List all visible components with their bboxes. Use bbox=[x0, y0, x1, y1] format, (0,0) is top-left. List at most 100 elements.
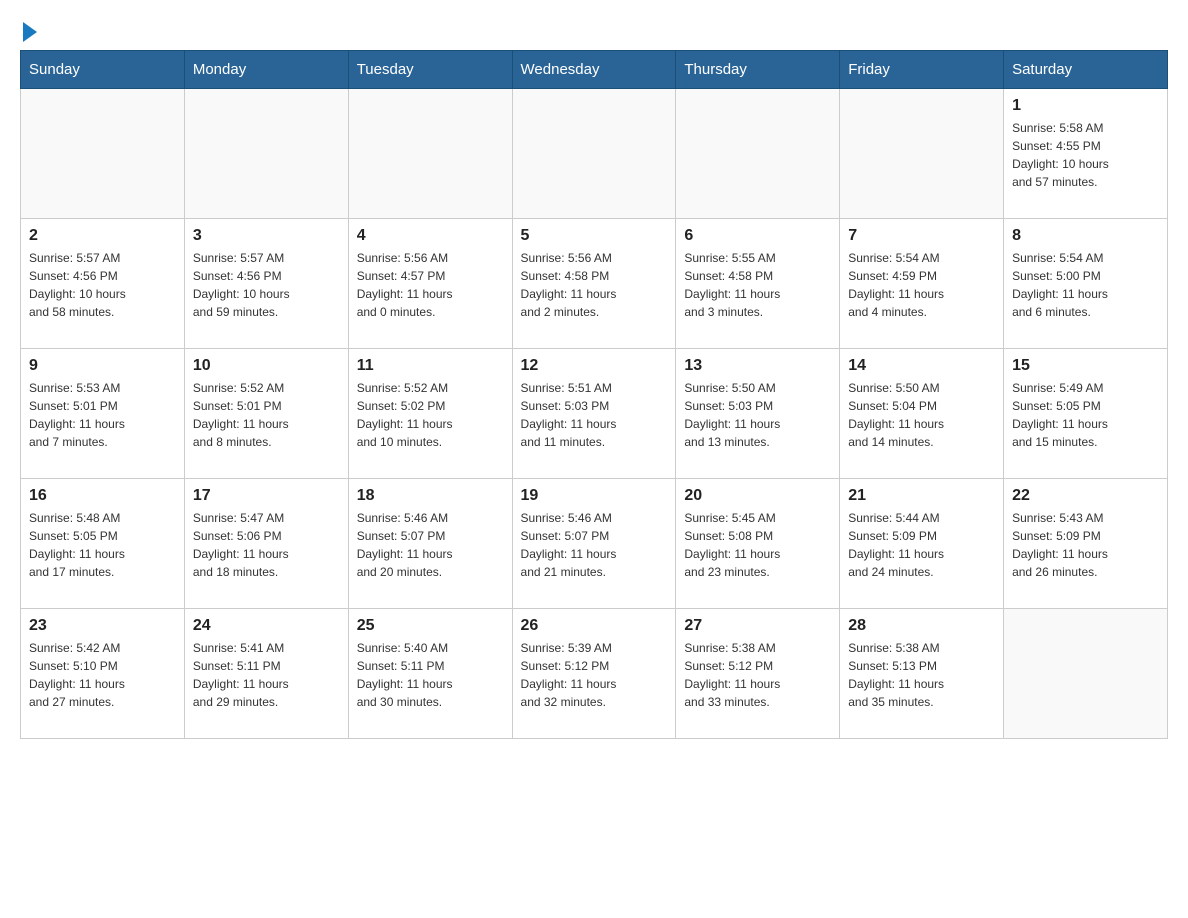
weekday-header-row: SundayMondayTuesdayWednesdayThursdayFrid… bbox=[21, 51, 1168, 89]
day-number: 7 bbox=[848, 227, 995, 245]
calendar-cell: 4 Sunrise: 5:56 AM Sunset: 4:57 PM Daylig… bbox=[348, 219, 512, 349]
calendar-cell: 8 Sunrise: 5:54 AM Sunset: 5:00 PM Daylig… bbox=[1004, 219, 1168, 349]
calendar-cell: 19 Sunrise: 5:46 AM Sunset: 5:07 PM Dayli… bbox=[512, 479, 676, 609]
day-number: 14 bbox=[848, 357, 995, 375]
day-number: 24 bbox=[193, 617, 340, 635]
calendar-cell: 1 Sunrise: 5:58 AM Sunset: 4:55 PM Daylig… bbox=[1004, 89, 1168, 219]
day-info: Sunrise: 5:50 AM Sunset: 5:03 PM Dayligh… bbox=[684, 379, 831, 451]
day-number: 10 bbox=[193, 357, 340, 375]
day-info: Sunrise: 5:42 AM Sunset: 5:10 PM Dayligh… bbox=[29, 639, 176, 711]
page-header bbox=[20, 20, 1168, 40]
week-row-2: 2 Sunrise: 5:57 AM Sunset: 4:56 PM Daylig… bbox=[21, 219, 1168, 349]
calendar-cell: 10 Sunrise: 5:52 AM Sunset: 5:01 PM Dayli… bbox=[184, 349, 348, 479]
calendar-cell: 6Sunrise: 5:55 AM Sunset: 4:58 PM Daylig… bbox=[676, 219, 840, 349]
calendar-cell bbox=[676, 89, 840, 219]
day-number: 12 bbox=[521, 357, 668, 375]
calendar-cell: 18 Sunrise: 5:46 AM Sunset: 5:07 PM Dayli… bbox=[348, 479, 512, 609]
calendar-cell bbox=[1004, 609, 1168, 739]
calendar-cell: 7 Sunrise: 5:54 AM Sunset: 4:59 PM Daylig… bbox=[840, 219, 1004, 349]
calendar-cell bbox=[184, 89, 348, 219]
weekday-header-friday: Friday bbox=[840, 51, 1004, 89]
day-info: Sunrise: 5:56 AM Sunset: 4:58 PM Dayligh… bbox=[521, 249, 668, 321]
calendar-cell bbox=[21, 89, 185, 219]
day-info: Sunrise: 5:56 AM Sunset: 4:57 PM Dayligh… bbox=[357, 249, 504, 321]
day-info: Sunrise: 5:38 AM Sunset: 5:13 PM Dayligh… bbox=[848, 639, 995, 711]
calendar-cell: 28 Sunrise: 5:38 AM Sunset: 5:13 PM Dayli… bbox=[840, 609, 1004, 739]
day-info: Sunrise: 5:43 AM Sunset: 5:09 PM Dayligh… bbox=[1012, 509, 1159, 581]
calendar-cell: 9 Sunrise: 5:53 AM Sunset: 5:01 PM Daylig… bbox=[21, 349, 185, 479]
calendar-cell: 17Sunrise: 5:47 AM Sunset: 5:06 PM Dayli… bbox=[184, 479, 348, 609]
calendar-cell: 21 Sunrise: 5:44 AM Sunset: 5:09 PM Dayli… bbox=[840, 479, 1004, 609]
day-number: 26 bbox=[521, 617, 668, 635]
week-row-1: 1 Sunrise: 5:58 AM Sunset: 4:55 PM Daylig… bbox=[21, 89, 1168, 219]
day-number: 8 bbox=[1012, 227, 1159, 245]
calendar-cell: 20 Sunrise: 5:45 AM Sunset: 5:08 PM Dayli… bbox=[676, 479, 840, 609]
calendar-cell: 5 Sunrise: 5:56 AM Sunset: 4:58 PM Daylig… bbox=[512, 219, 676, 349]
day-number: 21 bbox=[848, 487, 995, 505]
day-number: 4 bbox=[357, 227, 504, 245]
day-info: Sunrise: 5:41 AM Sunset: 5:11 PM Dayligh… bbox=[193, 639, 340, 711]
day-info: Sunrise: 5:47 AM Sunset: 5:06 PM Dayligh… bbox=[193, 509, 340, 581]
day-number: 18 bbox=[357, 487, 504, 505]
logo bbox=[20, 20, 37, 40]
weekday-header-saturday: Saturday bbox=[1004, 51, 1168, 89]
calendar-cell: 3Sunrise: 5:57 AM Sunset: 4:56 PM Daylig… bbox=[184, 219, 348, 349]
day-number: 15 bbox=[1012, 357, 1159, 375]
day-info: Sunrise: 5:54 AM Sunset: 4:59 PM Dayligh… bbox=[848, 249, 995, 321]
day-number: 19 bbox=[521, 487, 668, 505]
day-info: Sunrise: 5:46 AM Sunset: 5:07 PM Dayligh… bbox=[357, 509, 504, 581]
calendar-cell: 2 Sunrise: 5:57 AM Sunset: 4:56 PM Daylig… bbox=[21, 219, 185, 349]
calendar-cell: 23 Sunrise: 5:42 AM Sunset: 5:10 PM Dayli… bbox=[21, 609, 185, 739]
week-row-5: 23 Sunrise: 5:42 AM Sunset: 5:10 PM Dayli… bbox=[21, 609, 1168, 739]
weekday-header-wednesday: Wednesday bbox=[512, 51, 676, 89]
calendar-cell: 14 Sunrise: 5:50 AM Sunset: 5:04 PM Dayli… bbox=[840, 349, 1004, 479]
day-number: 13 bbox=[684, 357, 831, 375]
calendar-cell: 24 Sunrise: 5:41 AM Sunset: 5:11 PM Dayli… bbox=[184, 609, 348, 739]
day-info: Sunrise: 5:58 AM Sunset: 4:55 PM Dayligh… bbox=[1012, 119, 1159, 191]
day-info: Sunrise: 5:39 AM Sunset: 5:12 PM Dayligh… bbox=[521, 639, 668, 711]
weekday-header-thursday: Thursday bbox=[676, 51, 840, 89]
day-number: 23 bbox=[29, 617, 176, 635]
calendar-cell: 13 Sunrise: 5:50 AM Sunset: 5:03 PM Dayli… bbox=[676, 349, 840, 479]
day-info: Sunrise: 5:50 AM Sunset: 5:04 PM Dayligh… bbox=[848, 379, 995, 451]
week-row-4: 16Sunrise: 5:48 AM Sunset: 5:05 PM Dayli… bbox=[21, 479, 1168, 609]
day-info: Sunrise: 5:40 AM Sunset: 5:11 PM Dayligh… bbox=[357, 639, 504, 711]
day-number: 9 bbox=[29, 357, 176, 375]
calendar-cell: 22 Sunrise: 5:43 AM Sunset: 5:09 PM Dayli… bbox=[1004, 479, 1168, 609]
weekday-header-sunday: Sunday bbox=[21, 51, 185, 89]
logo-arrow-icon bbox=[23, 22, 37, 42]
day-info: Sunrise: 5:53 AM Sunset: 5:01 PM Dayligh… bbox=[29, 379, 176, 451]
day-number: 22 bbox=[1012, 487, 1159, 505]
calendar-cell: 16Sunrise: 5:48 AM Sunset: 5:05 PM Dayli… bbox=[21, 479, 185, 609]
day-info: Sunrise: 5:49 AM Sunset: 5:05 PM Dayligh… bbox=[1012, 379, 1159, 451]
week-row-3: 9 Sunrise: 5:53 AM Sunset: 5:01 PM Daylig… bbox=[21, 349, 1168, 479]
calendar-cell: 26 Sunrise: 5:39 AM Sunset: 5:12 PM Dayli… bbox=[512, 609, 676, 739]
day-number: 20 bbox=[684, 487, 831, 505]
weekday-header-tuesday: Tuesday bbox=[348, 51, 512, 89]
calendar-cell bbox=[348, 89, 512, 219]
day-info: Sunrise: 5:55 AM Sunset: 4:58 PM Dayligh… bbox=[684, 249, 831, 321]
calendar-cell: 12 Sunrise: 5:51 AM Sunset: 5:03 PM Dayli… bbox=[512, 349, 676, 479]
day-info: Sunrise: 5:57 AM Sunset: 4:56 PM Dayligh… bbox=[29, 249, 176, 321]
day-info: Sunrise: 5:51 AM Sunset: 5:03 PM Dayligh… bbox=[521, 379, 668, 451]
day-info: Sunrise: 5:54 AM Sunset: 5:00 PM Dayligh… bbox=[1012, 249, 1159, 321]
day-info: Sunrise: 5:52 AM Sunset: 5:02 PM Dayligh… bbox=[357, 379, 504, 451]
calendar-cell: 11 Sunrise: 5:52 AM Sunset: 5:02 PM Dayli… bbox=[348, 349, 512, 479]
day-info: Sunrise: 5:57 AM Sunset: 4:56 PM Dayligh… bbox=[193, 249, 340, 321]
calendar-table: SundayMondayTuesdayWednesdayThursdayFrid… bbox=[20, 50, 1168, 739]
day-info: Sunrise: 5:44 AM Sunset: 5:09 PM Dayligh… bbox=[848, 509, 995, 581]
day-info: Sunrise: 5:52 AM Sunset: 5:01 PM Dayligh… bbox=[193, 379, 340, 451]
day-number: 2 bbox=[29, 227, 176, 245]
day-number: 1 bbox=[1012, 97, 1159, 115]
day-info: Sunrise: 5:38 AM Sunset: 5:12 PM Dayligh… bbox=[684, 639, 831, 711]
day-number: 11 bbox=[357, 357, 504, 375]
calendar-cell: 15 Sunrise: 5:49 AM Sunset: 5:05 PM Dayli… bbox=[1004, 349, 1168, 479]
day-number: 28 bbox=[848, 617, 995, 635]
calendar-cell bbox=[512, 89, 676, 219]
day-info: Sunrise: 5:45 AM Sunset: 5:08 PM Dayligh… bbox=[684, 509, 831, 581]
calendar-cell bbox=[840, 89, 1004, 219]
day-info: Sunrise: 5:48 AM Sunset: 5:05 PM Dayligh… bbox=[29, 509, 176, 581]
calendar-cell: 25Sunrise: 5:40 AM Sunset: 5:11 PM Dayli… bbox=[348, 609, 512, 739]
day-number: 5 bbox=[521, 227, 668, 245]
day-info: Sunrise: 5:46 AM Sunset: 5:07 PM Dayligh… bbox=[521, 509, 668, 581]
